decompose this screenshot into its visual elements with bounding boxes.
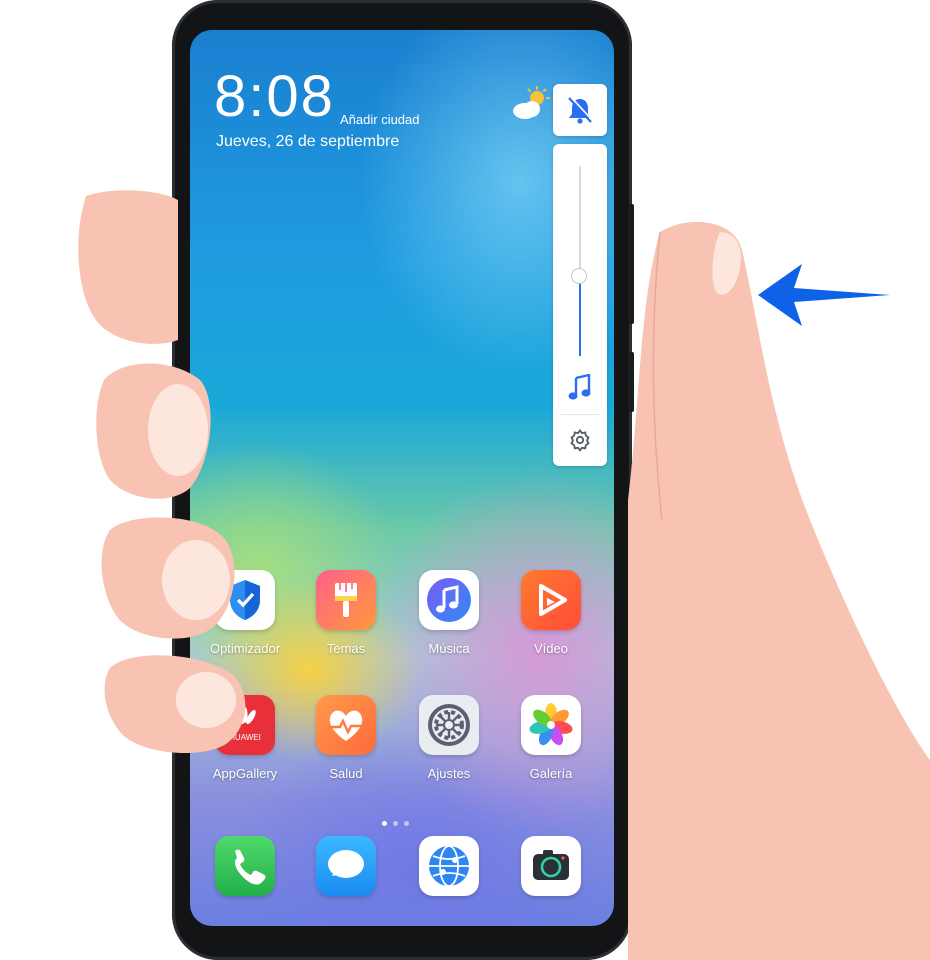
dock-phone[interactable] [197,836,293,896]
app-label: Galería [529,766,573,781]
gear-icon[interactable] [568,428,592,452]
power-button[interactable] [628,352,634,412]
message-icon [316,836,376,896]
app-label: AppGallery [212,766,278,781]
volume-button[interactable] [628,204,634,324]
paintbrush-icon [316,570,376,630]
app-label: Ajustes [427,766,471,781]
camera-icon [521,836,581,896]
huawei-logo-text: HUAWEI [229,733,261,742]
date-text: Jueves, 26 de septiembre [216,133,400,150]
page-dot[interactable] [382,821,387,826]
app-label: Vídeo [534,641,568,656]
app-appgallery[interactable]: HUAWEI AppGallery [197,695,293,781]
dock-browser[interactable] [401,836,497,896]
phone-icon [215,836,275,896]
ring-mode-button[interactable] [553,84,607,136]
app-label: Temas [326,641,366,656]
gear-icon [419,695,479,755]
volume-slider-fill [579,276,581,356]
app-ajustes[interactable]: Ajustes [401,695,497,781]
shield-icon [215,570,275,630]
volume-slider-knob[interactable] [571,268,587,285]
arrow-left-icon [758,264,890,326]
video-play-icon [521,570,581,630]
volume-panel [553,144,607,466]
left-finger-top [78,190,178,344]
huawei-appgallery-icon: HUAWEI [215,695,275,755]
app-musica[interactable]: Música [401,570,497,656]
app-temas[interactable]: Temas [298,570,394,656]
music-icon [419,570,479,630]
page-dot[interactable] [404,821,409,826]
page-indicator [382,813,415,831]
bell-off-icon [568,96,594,124]
dock-messages[interactable] [298,836,394,896]
home-screen-wallpaper [190,30,614,926]
app-label: Salud [329,766,363,781]
app-galeria[interactable]: Galería [503,695,599,781]
page-dot[interactable] [393,821,398,826]
app-salud[interactable]: Salud [298,695,394,781]
flower-icon [521,695,581,755]
app-video[interactable]: Vídeo [503,570,599,656]
heart-icon [316,695,376,755]
clock-time: 8:08 [214,64,335,129]
app-label: Música [428,641,470,656]
dock-camera[interactable] [503,836,599,896]
app-optimizador[interactable]: Optimizador [197,570,293,656]
globe-icon [419,836,479,896]
music-note-icon[interactable] [567,374,593,402]
app-label: Optimizador [209,641,281,656]
right-hand [628,221,930,960]
weather-icon[interactable] [510,86,552,122]
volume-divider [561,414,599,415]
add-city-link[interactable]: Añadir ciudad [340,112,420,127]
